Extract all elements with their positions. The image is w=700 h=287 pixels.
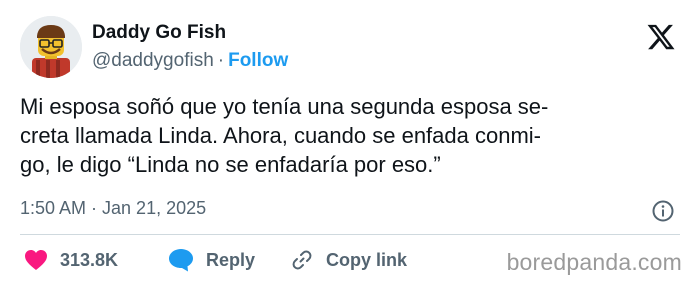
- x-logo-icon[interactable]: [646, 22, 676, 52]
- info-icon[interactable]: [651, 199, 675, 223]
- avatar[interactable]: [20, 16, 82, 78]
- heart-icon: [25, 250, 47, 270]
- copy-link-button[interactable]: Copy link: [290, 246, 407, 274]
- copy-link-label: Copy link: [326, 249, 408, 270]
- tweet-timestamp[interactable]: 1:50 AM · Jan 21, 2025: [20, 198, 206, 219]
- author-name[interactable]: Daddy Go Fish: [92, 22, 226, 44]
- reply-bubble-icon: [169, 249, 193, 272]
- follow-button[interactable]: Follow: [228, 50, 288, 71]
- author-handle[interactable]: @daddygofish: [92, 50, 214, 71]
- author-handle-row: @daddygofish · Follow: [92, 50, 288, 72]
- divider: [20, 234, 680, 235]
- tweet-card: Daddy Go Fish @daddygofish · Follow Mi esp…: [0, 0, 700, 287]
- watermark: boredpanda.com: [506, 249, 682, 275]
- tweet-header: Daddy Go Fish @daddygofish · Follow: [20, 16, 680, 78]
- link-icon: [292, 250, 312, 270]
- like-count: 313.8K: [60, 249, 119, 270]
- reply-label: Reply: [206, 249, 256, 270]
- tweet-text: Mi esposa soñó que yo tenía una segunda …: [20, 94, 549, 177]
- reply-button[interactable]: Reply: [168, 246, 255, 274]
- separator-dot: ·: [217, 50, 225, 71]
- like-button[interactable]: 313.8K: [24, 246, 118, 274]
